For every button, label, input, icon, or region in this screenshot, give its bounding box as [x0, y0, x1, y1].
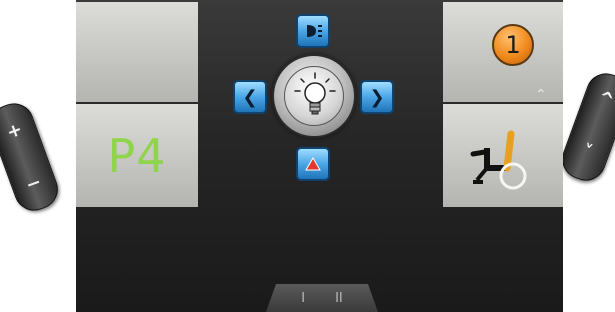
bulb-face [284, 66, 344, 126]
left-paddle[interactable]: + − [0, 97, 64, 217]
light-bulb-icon [294, 72, 336, 115]
page-2-mark: II [335, 290, 343, 306]
right-indicator-button[interactable]: ❯ [360, 80, 394, 114]
left-indicator-icon: ❮ [242, 86, 258, 108]
left-indicator-button[interactable]: ❮ [233, 80, 267, 114]
headlight-button[interactable] [296, 14, 330, 48]
hazard-button[interactable] [296, 147, 330, 181]
page-indicator[interactable]: I II [266, 284, 378, 312]
profile-label: P4 [107, 128, 167, 183]
right-paddle[interactable]: ^ ˅ [556, 67, 615, 187]
right-indicator-icon: ❯ [369, 86, 385, 108]
chevron-up-icon: ^ [595, 86, 615, 112]
speed-level-badge: 1 [492, 24, 534, 66]
plus-icon: + [3, 118, 26, 144]
headlight-icon [307, 25, 322, 37]
scroll-up-icon: ⌃ [535, 87, 547, 103]
control-display: P4 1 ⌃ ⌄ ❮ ❯ [76, 0, 563, 312]
page-1-mark: I [301, 290, 306, 306]
profile-panel[interactable]: P4 [76, 104, 198, 207]
top-left-panel [76, 2, 198, 102]
hazard-icon [305, 157, 321, 171]
minus-icon: − [23, 171, 45, 197]
lights-button[interactable] [272, 54, 356, 138]
seat-panel[interactable] [443, 104, 563, 207]
chevron-down-icon: ˅ [579, 140, 595, 164]
wheelchair-seat-icon [470, 130, 527, 190]
